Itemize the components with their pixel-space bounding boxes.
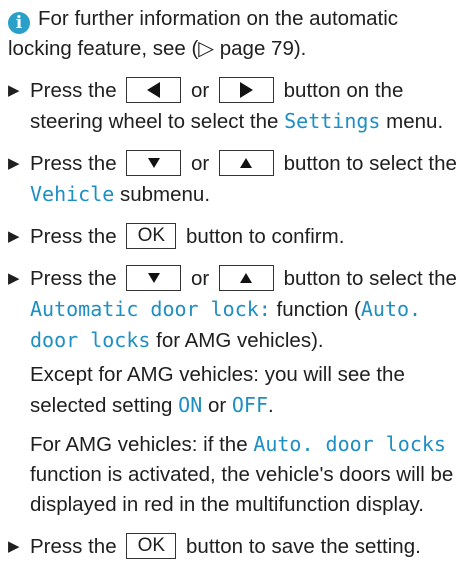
step-text: function is activated, the vehicle's doo… bbox=[30, 463, 454, 516]
step-text: Press the bbox=[30, 267, 117, 290]
info-line1: For further information on the automatic bbox=[38, 7, 399, 30]
step-text: or bbox=[191, 267, 210, 290]
vehicle-submenu-label: Vehicle bbox=[30, 182, 115, 206]
info-line2: locking feature, see (▷ page 79). bbox=[8, 37, 307, 60]
step-text: Press the bbox=[30, 225, 117, 248]
auto-door-locks-label: Auto. door locks bbox=[253, 432, 446, 456]
step-3: ▶ Press the OK button to confirm. bbox=[8, 222, 458, 252]
off-label: OFF bbox=[231, 393, 269, 417]
step-text: for AMG vehicles). bbox=[156, 329, 324, 352]
step-text: button to select the bbox=[283, 152, 457, 175]
bullet-icon: ▶ bbox=[8, 538, 20, 555]
bullet-icon: ▶ bbox=[8, 82, 20, 99]
step-text: Press the bbox=[30, 535, 117, 558]
step-1: ▶ Press the or button on the steering wh… bbox=[8, 76, 458, 137]
automatic-door-lock-label: Automatic door lock: bbox=[30, 297, 271, 321]
down-button-icon bbox=[126, 264, 182, 291]
step-text: For AMG vehicles: if the bbox=[30, 433, 248, 456]
bullet-icon: ▶ bbox=[8, 228, 20, 245]
note-except-amg: Except for AMG vehicles: you will see th… bbox=[30, 360, 458, 421]
ok-button-icon: OK bbox=[126, 222, 177, 249]
step-text: button to save the setting. bbox=[186, 535, 421, 558]
step-2: ▶ Press the or button to select the Vehi… bbox=[8, 149, 458, 210]
manual-page: i For further information on the automati… bbox=[8, 4, 458, 574]
up-button-icon bbox=[218, 149, 274, 176]
note-amg: For AMG vehicles: if the Auto. door lock… bbox=[30, 429, 458, 520]
step-text: or bbox=[207, 394, 227, 417]
right-button-icon bbox=[218, 76, 274, 103]
settings-menu-label: Settings bbox=[284, 109, 381, 133]
info-icon: i bbox=[8, 12, 30, 34]
step-text: Press the bbox=[30, 152, 117, 175]
step-5: ▶ Press the OK button to save the settin… bbox=[8, 532, 458, 562]
bullet-icon: ▶ bbox=[8, 155, 20, 172]
info-note: i For further information on the automati… bbox=[8, 4, 458, 64]
up-button-icon bbox=[218, 264, 274, 291]
step-text: . bbox=[268, 394, 274, 417]
step-4: ▶ Press the or button to select the Auto… bbox=[8, 264, 458, 520]
step-text: or bbox=[191, 79, 210, 102]
bullet-icon: ▶ bbox=[8, 270, 20, 287]
step-text: menu. bbox=[386, 110, 444, 133]
on-label: ON bbox=[178, 393, 203, 417]
step-text: or bbox=[191, 152, 210, 175]
step-text: function ( bbox=[276, 298, 361, 321]
ok-button-icon: OK bbox=[126, 532, 177, 559]
step-text: Press the bbox=[30, 79, 117, 102]
left-button-icon bbox=[126, 76, 182, 103]
down-button-icon bbox=[126, 149, 182, 176]
step-text: submenu. bbox=[120, 183, 211, 206]
step-text: button to select the bbox=[283, 267, 457, 290]
step-text: button to confirm. bbox=[186, 225, 345, 248]
